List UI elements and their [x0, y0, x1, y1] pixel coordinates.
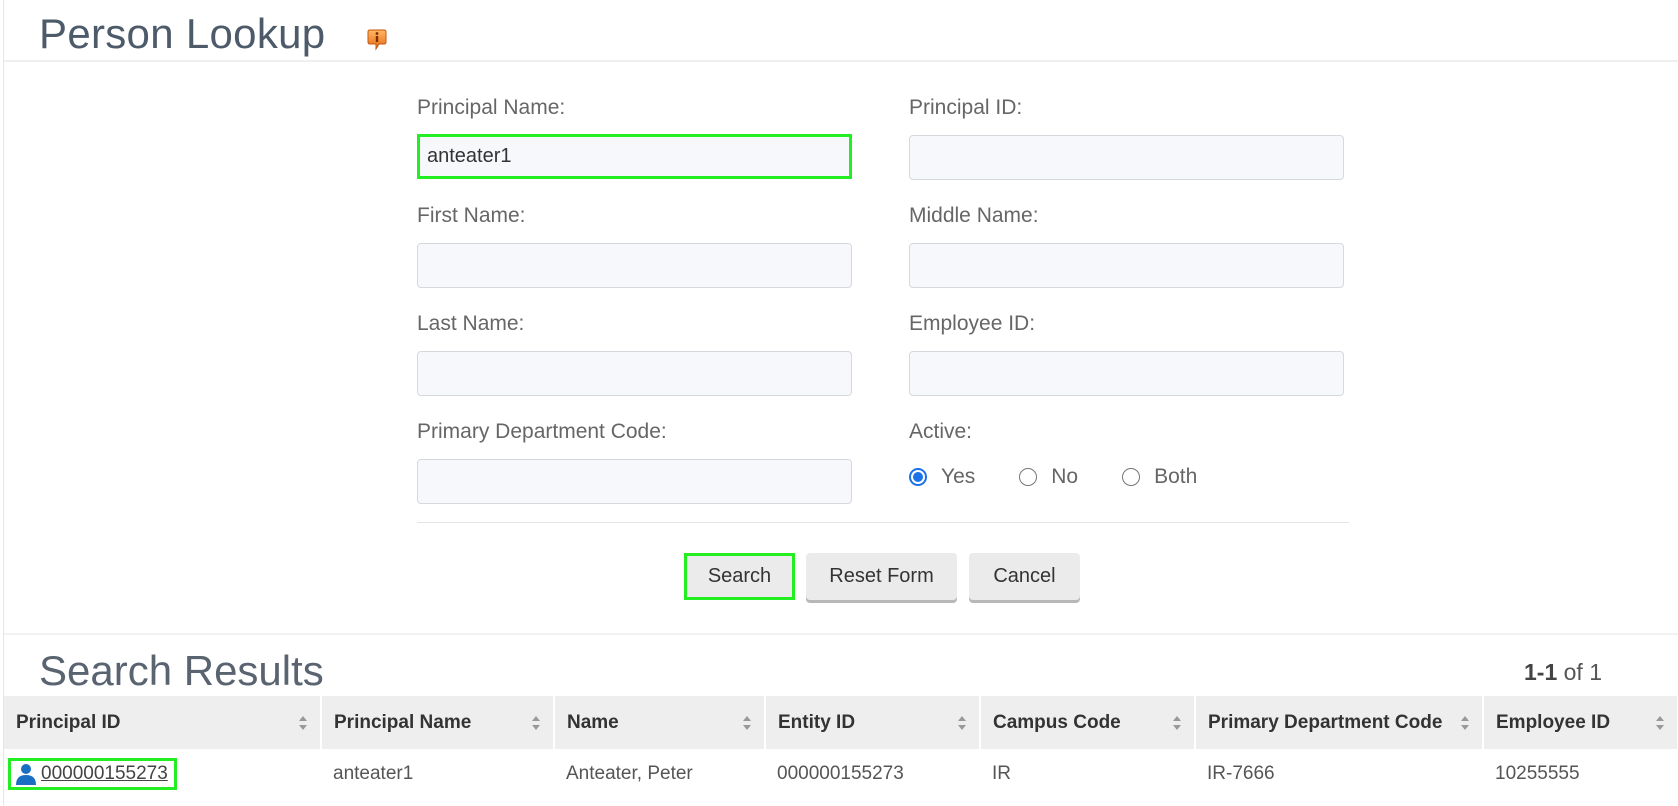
radio-button[interactable] — [1019, 468, 1038, 486]
active-radio-both[interactable]: Both — [1122, 465, 1197, 489]
last-name-label: Last Name: — [417, 312, 525, 335]
principal-name-input[interactable] — [417, 134, 852, 179]
cell-name: Anteater, Peter — [566, 763, 693, 784]
cell-employee-id: 10255555 — [1495, 763, 1580, 784]
last-name-input[interactable] — [417, 351, 852, 396]
sort-icon[interactable] — [1460, 715, 1470, 731]
sort-icon[interactable] — [531, 715, 541, 731]
radio-label: Yes — [941, 465, 976, 488]
column-header-employee-id[interactable]: Employee ID — [1483, 696, 1678, 749]
results-pager: 1-1 of 1 — [1524, 659, 1602, 686]
cancel-button[interactable]: Cancel — [969, 553, 1080, 600]
column-header-principal-id[interactable]: Principal ID — [4, 696, 322, 749]
table-header-row: Principal ID Principal Name Name Entity … — [4, 696, 1678, 749]
pager-range: 1-1 — [1524, 659, 1558, 685]
person-icon — [16, 763, 36, 785]
principal-id-input[interactable] — [909, 135, 1344, 180]
active-radio-no[interactable]: No — [1019, 465, 1078, 489]
active-radio-group: Yes No Both — [909, 462, 1241, 492]
cell-entity-id: 000000155273 — [777, 763, 904, 784]
page-title: Person Lookup — [39, 10, 326, 57]
title-divider — [4, 60, 1678, 62]
middle-name-label: Middle Name: — [909, 204, 1039, 227]
employee-id-label: Employee ID: — [909, 312, 1036, 335]
reset-form-button[interactable]: Reset Form — [806, 553, 957, 600]
sort-icon[interactable] — [1655, 715, 1665, 731]
cell-principal-id: 000000155273 — [4, 749, 321, 799]
principal-id-link-text: 000000155273 — [41, 762, 168, 784]
first-name-label: First Name: — [417, 204, 526, 227]
cell-campus-code: IR — [992, 763, 1011, 784]
table-row: 000000155273 anteater1 Anteater, Peter 0… — [4, 749, 1678, 799]
section-divider — [4, 633, 1678, 635]
primary-department-code-input[interactable] — [417, 459, 852, 504]
search-button[interactable]: Search — [684, 553, 795, 600]
cell-primary-department-code: IR-7666 — [1207, 763, 1275, 784]
radio-label: Both — [1154, 465, 1198, 488]
info-balloon-icon[interactable] — [367, 29, 387, 51]
results-table: Principal ID Principal Name Name Entity … — [4, 696, 1678, 799]
form-divider — [417, 522, 1349, 523]
column-header-primary-department-code[interactable]: Primary Department Code — [1195, 696, 1484, 749]
employee-id-input[interactable] — [909, 351, 1344, 396]
first-name-input[interactable] — [417, 243, 852, 288]
cell-principal-name: anteater1 — [333, 763, 414, 784]
primary-department-code-label: Primary Department Code: — [417, 420, 667, 443]
principal-id-label: Principal ID: — [909, 96, 1023, 119]
radio-label: No — [1051, 465, 1079, 488]
principal-id-link[interactable]: 000000155273 — [8, 757, 177, 790]
active-radio-yes[interactable]: Yes — [909, 465, 975, 489]
column-header-principal-name[interactable]: Principal Name — [321, 696, 555, 749]
sort-icon[interactable] — [957, 715, 967, 731]
radio-button[interactable] — [909, 468, 927, 486]
sort-icon[interactable] — [298, 715, 308, 731]
principal-name-label: Principal Name: — [417, 96, 566, 119]
sort-icon[interactable] — [742, 715, 752, 731]
radio-button[interactable] — [1122, 468, 1141, 486]
column-header-entity-id[interactable]: Entity ID — [765, 696, 981, 749]
sort-icon[interactable] — [1172, 715, 1182, 731]
middle-name-input[interactable] — [909, 243, 1344, 288]
pager-total: of 1 — [1563, 659, 1603, 685]
column-header-name[interactable]: Name — [554, 696, 766, 749]
search-results-title: Search Results — [39, 647, 324, 694]
active-label: Active: — [909, 420, 973, 443]
column-header-campus-code[interactable]: Campus Code — [980, 696, 1196, 749]
